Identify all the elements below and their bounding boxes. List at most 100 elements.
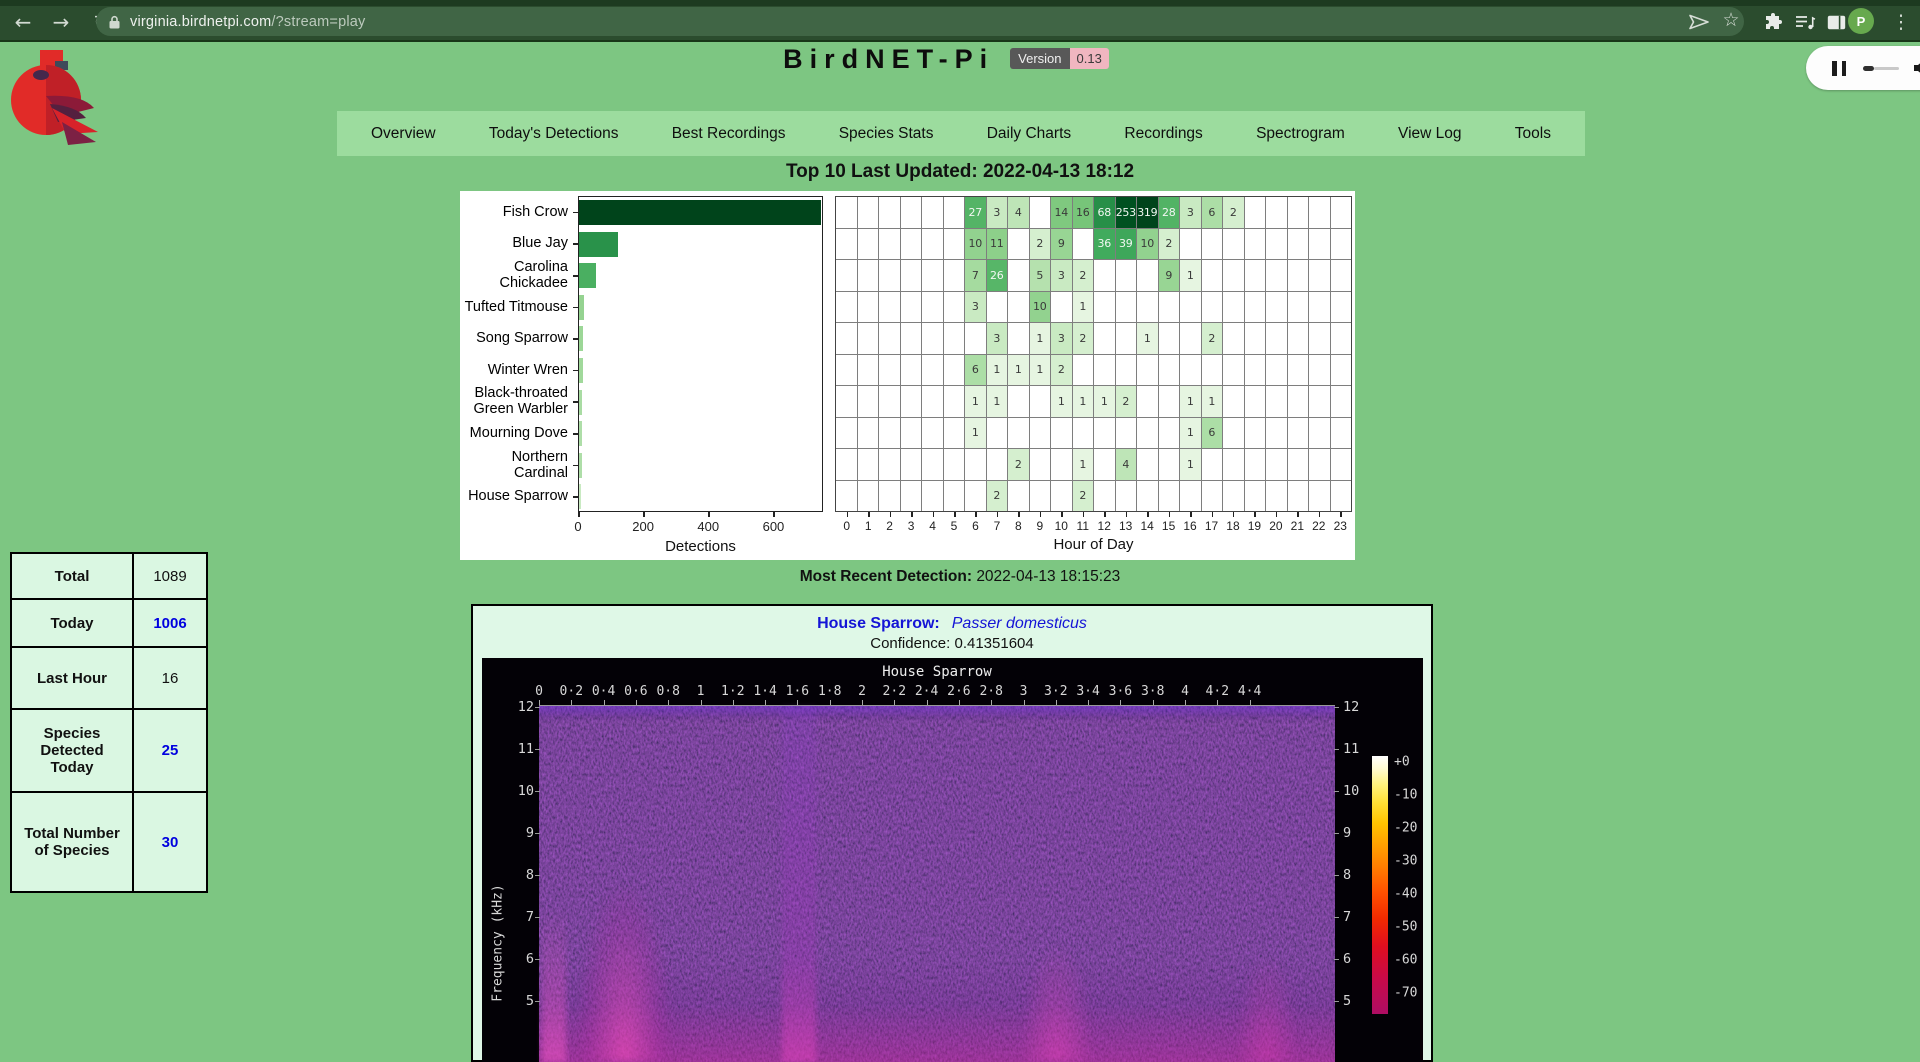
detections-bar [579,326,583,351]
heatmap-axis-tick [1147,512,1149,517]
detection-panel: House Sparrow:Passer domesticus Confiden… [471,604,1433,1062]
heatmap-cell [879,418,900,449]
species-tick [573,212,578,214]
spectrogram-time-tick [862,700,863,705]
heatmap-cell [1309,229,1330,260]
heatmap-axis-tick-label: 4 [929,519,936,533]
spectrogram-freq-tick [1334,749,1339,750]
spectrogram-freq-label: 9 [1343,825,1351,841]
nav-item-best-recordings[interactable]: Best Recordings [672,125,786,143]
nav-item-tools[interactable]: Tools [1515,125,1551,143]
top10-title: Top 10 Last Updated: 2022-04-13 18:12 [0,161,1920,183]
spectrogram-time-tick-label: 2·4 [915,684,938,699]
spectrogram-freq-label: 8 [502,867,534,883]
stats-value-link[interactable]: 1006 [133,599,207,647]
heatmap-cell [901,449,922,480]
colorbar-tick-label: -40 [1394,887,1417,902]
nav-item-recordings[interactable]: Recordings [1124,125,1202,143]
spectrogram-freq-tick [535,833,540,834]
nav-item-overview[interactable]: Overview [371,125,436,143]
spectrogram-time-tick [539,700,540,705]
spectrogram-time-tick [1088,700,1089,705]
heatmap-cell [965,323,986,354]
heatmap-cell [1159,355,1180,386]
heatmap-cell [922,197,943,228]
spectrogram-time-tick-label: 2·2 [883,684,906,699]
species-tick [573,401,578,403]
heatmap-cell: 4 [1008,197,1029,228]
pause-button[interactable] [1832,61,1846,76]
heatmap-cell: 10 [1137,229,1158,260]
spectrogram-freq-tick [535,707,540,708]
heatmap-cell [1288,229,1309,260]
spectrogram-time-tick [991,700,992,705]
heatmap-cell [1051,418,1072,449]
volume-icon[interactable] [1913,60,1920,76]
detections-bar [579,453,582,478]
heatmap-axis-tick [1083,512,1085,517]
species-tick [573,275,578,277]
address-bar[interactable]: virginia.birdnetpi.com/?stream=play [96,7,1744,36]
spectrogram-freq-tick [1334,875,1339,876]
heatmap-axis-tick [997,512,999,517]
stats-value-link[interactable]: 30 [133,792,207,892]
stats-label: Total Number of Species [11,792,133,892]
heatmap-cell: 11 [987,229,1008,260]
hourly-heatmap: 2734141668253319283621011293639102726532… [835,196,1352,512]
profile-avatar[interactable]: P [1848,8,1874,34]
progress-slider[interactable] [1863,66,1899,71]
heatmap-cell [858,386,879,417]
heatmap-cell [1008,260,1029,291]
species-label: Northern Cardinal [460,449,568,481]
heatmap-cell [1266,197,1287,228]
species-label: Black-throated Green Warbler [460,386,568,418]
heatmap-cell: 1 [1137,323,1158,354]
nav-item-view-log[interactable]: View Log [1398,125,1461,143]
nav-item-daily-charts[interactable]: Daily Charts [987,125,1071,143]
stats-value-link[interactable]: 25 [133,709,207,792]
heatmap-cell [836,481,857,512]
heatmap-cell [1288,323,1309,354]
heatmap-cell: 1 [1180,260,1201,291]
heatmap-axis-tick-label: 5 [951,519,958,533]
detection-species-name[interactable]: House Sparrow: [817,615,940,632]
heatmap-cell [1180,229,1201,260]
species-label: Winter Wren [460,354,568,386]
spectrogram-time-tick-label: 0·4 [592,684,615,699]
heatmap-cell [1137,355,1158,386]
spectrogram-time-tick [636,700,637,705]
heatmap-cell: 2 [1073,481,1094,512]
spectrogram-time-tick-label: 0·8 [656,684,679,699]
playlist-queue-icon[interactable] [1790,8,1820,36]
heatmap-axis-tick [975,512,977,517]
spectrogram-time-tick-label: 4·4 [1238,684,1261,699]
version-label: Version [1010,48,1069,69]
nav-item-today-s-detections[interactable]: Today's Detections [489,125,619,143]
back-icon[interactable]: ← [8,8,38,36]
heatmap-cell [1159,292,1180,323]
heatmap-cell [1288,481,1309,512]
bar-axis-tick [708,512,710,517]
heatmap-cell [1331,197,1352,228]
heatmap-cell [901,292,922,323]
forward-icon[interactable]: → [46,8,76,36]
spectrogram-colorbar [1372,756,1388,1014]
heatmap-axis-tick-label: 20 [1269,519,1282,533]
kebab-menu-icon[interactable]: ⋮ [1886,8,1916,36]
heatmap-cell [879,449,900,480]
extensions-puzzle-icon[interactable] [1758,8,1788,36]
heatmap-cell: 9 [1051,229,1072,260]
bookmark-star-icon[interactable]: ☆ [1718,9,1744,32]
spectrogram-time-tick [604,700,605,705]
spectrogram-time-tick-label: 1·4 [753,684,776,699]
heatmap-cell: 3 [1051,323,1072,354]
send-to-device-icon[interactable] [1686,10,1712,33]
nav-item-species-stats[interactable]: Species Stats [839,125,934,143]
heatmap-cell [1288,355,1309,386]
species-tick [573,433,578,435]
heatmap-cell [1245,386,1266,417]
heatmap-axis-tick-label: 14 [1140,519,1153,533]
nav-item-spectrogram[interactable]: Spectrogram [1256,125,1345,143]
heatmap-axis-tick-label: 23 [1334,519,1347,533]
side-panel-icon[interactable] [1821,8,1851,36]
